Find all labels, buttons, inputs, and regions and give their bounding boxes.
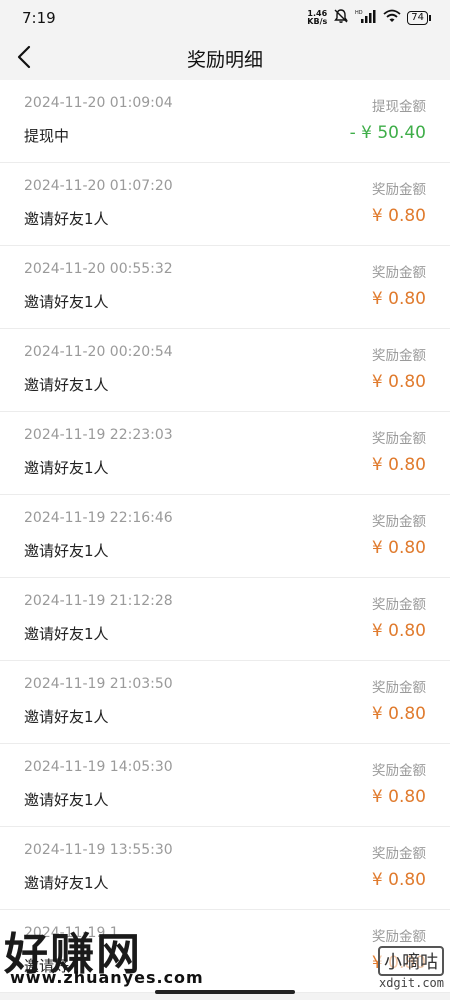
record-amount: ¥ 0.80: [371, 704, 426, 724]
record-amount-label: 奖励金额: [372, 763, 426, 779]
record-description: 邀请好友1人: [24, 708, 109, 726]
signal-icon: HD: [355, 9, 377, 27]
record-amount-label: 奖励金额: [372, 597, 426, 613]
watermark-left: 好赚网 www.zhuanyes.com: [0, 918, 203, 990]
battery-icon: 74: [407, 11, 431, 25]
record-amount: ¥ 0.80: [371, 372, 426, 392]
page-title: 奖励明细: [186, 48, 263, 71]
record-amount-label: 提现金额: [372, 99, 426, 115]
record-amount-label: 奖励金额: [372, 514, 426, 530]
record-row: 2024-11-19 21:03:50 奖励金额邀请好友1人 ¥ 0.80: [0, 661, 450, 744]
record-time: 2024-11-20 00:55:32: [24, 261, 173, 277]
watermark-url: www.zhuanyes.com: [10, 968, 204, 987]
record-amount-label: 奖励金额: [372, 348, 426, 364]
wifi-icon: [383, 9, 401, 27]
watermark-right: 小嘀咕 xdgit.com: [354, 946, 444, 996]
record-row: 2024-11-19 22:16:46 奖励金额邀请好友1人 ¥ 0.80: [0, 495, 450, 578]
screen: 7:19 1.46 KB/s HD 74 奖励明细 2024-11-20 01:…: [0, 0, 450, 1000]
status-time: 7:19: [22, 9, 56, 27]
record-time: 2024-11-19 14:05:30: [24, 759, 173, 775]
record-description: 邀请好友1人: [24, 791, 109, 809]
record-amount-label: 奖励金额: [372, 431, 426, 447]
record-description: 邀请好友1人: [24, 210, 109, 228]
mute-bell-icon: [333, 8, 349, 28]
record-amount: ¥ 0.80: [371, 289, 426, 309]
back-button[interactable]: [12, 42, 36, 72]
record-time: 2024-11-19 13:55:30: [24, 842, 173, 858]
record-amount-label: 奖励金额: [372, 182, 426, 198]
net-speed: 1.46 KB/s: [307, 9, 328, 26]
record-time: 2024-11-20 00:20:54: [24, 344, 173, 360]
watermark-right-brand: 小嘀咕: [378, 946, 444, 976]
record-row: 2024-11-20 01:09:04 提现金额提现中 - ¥ 50.40: [0, 80, 450, 163]
record-amount: ¥ 0.80: [371, 870, 426, 890]
signal-hd-label: HD: [355, 10, 363, 16]
record-time: 2024-11-20 01:09:04: [24, 95, 173, 111]
record-time: 2024-11-19 22:23:03: [24, 427, 173, 443]
record-time: 2024-11-19 21:12:28: [24, 593, 173, 609]
record-amount: - ¥ 50.40: [349, 123, 426, 143]
record-description: 邀请好友1人: [24, 874, 109, 892]
record-description: 邀请好友1人: [24, 542, 109, 560]
record-row: 2024-11-20 00:20:54 奖励金额邀请好友1人 ¥ 0.80: [0, 329, 450, 412]
record-description: 邀请好友1人: [24, 293, 109, 311]
record-row: 2024-11-19 22:23:03 奖励金额邀请好友1人 ¥ 0.80: [0, 412, 450, 495]
status-icons: 1.46 KB/s HD 74: [307, 8, 431, 28]
record-description: 邀请好友1人: [24, 459, 109, 477]
record-list: 2024-11-20 01:09:04 提现金额 提现中 - ¥ 50.40 2024-…: [0, 80, 450, 993]
record-row: 2024-11-19 13:55:30 奖励金额邀请好友1人 ¥ 0.80: [0, 827, 450, 910]
watermark-right-url: xdgit.com: [378, 976, 444, 990]
record-amount-label: 奖励金额: [372, 265, 426, 281]
record-row: 2024-11-20 01:07:20 奖励金额邀请好友1人 ¥ 0.80: [0, 163, 450, 246]
record-amount: ¥ 0.80: [371, 538, 426, 558]
record-time: 2024-11-19 21:03:50: [24, 676, 173, 692]
status-bar: 7:19 1.46 KB/s HD 74: [0, 0, 450, 36]
record-time: 2024-11-20 01:07:20: [24, 178, 173, 194]
record-description: 提现中: [24, 127, 70, 145]
record-amount-label: 奖励金额: [372, 846, 426, 862]
record-amount: ¥ 0.80: [371, 621, 426, 641]
nav-bar: 奖励明细: [0, 36, 450, 80]
record-amount-label: 奖励金额: [372, 929, 426, 945]
record-amount: ¥ 0.80: [371, 455, 426, 475]
record-time: 2024-11-19 22:16:46: [24, 510, 173, 526]
record-row: 2024-11-19 14:05:30 奖励金额邀请好友1人 ¥ 0.80: [0, 744, 450, 827]
home-indicator: [155, 990, 295, 994]
record-row: 2024-11-19 21:12:28 奖励金额邀请好友1人 ¥ 0.80: [0, 578, 450, 661]
record-amount-label: 奖励金额: [372, 680, 426, 696]
record-amount: ¥ 0.80: [371, 787, 426, 807]
record-row: 2024-11-20 00:55:32 奖励金额邀请好友1人 ¥ 0.80: [0, 246, 450, 329]
record-amount: ¥ 0.80: [371, 206, 426, 226]
record-description: 邀请好友1人: [24, 625, 109, 643]
chevron-left-icon: [17, 45, 31, 69]
record-description: 邀请好友1人: [24, 376, 109, 394]
